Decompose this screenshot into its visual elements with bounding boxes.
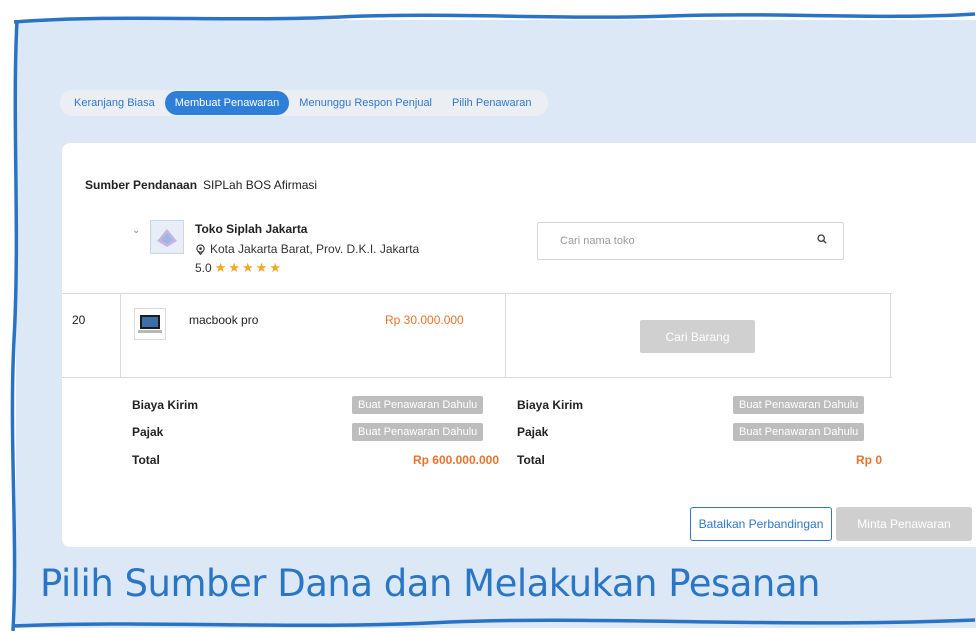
frame-border: [10, 12, 976, 632]
